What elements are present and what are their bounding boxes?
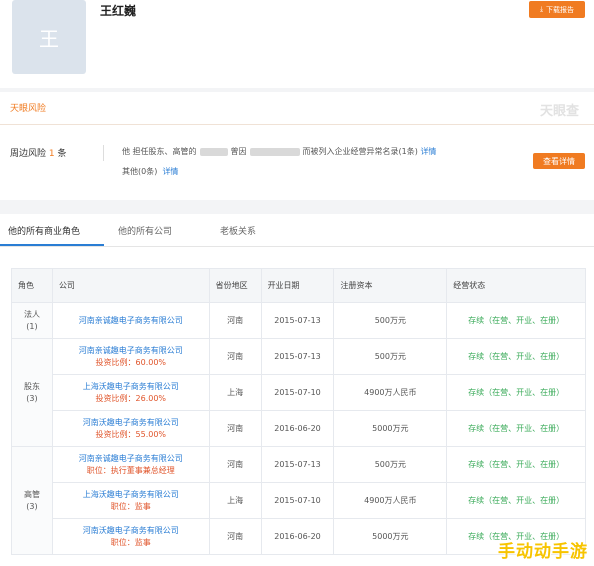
risk-line-abnormal: 他 担任股东、高管的 曾因 而被列入企业经营异常名录(1条) 详情 [122, 146, 437, 157]
download-report-button[interactable]: ⤓ 下载报告 [529, 1, 585, 18]
col-company: 公司 [51, 268, 210, 303]
capital-cell: 5000万元 [333, 518, 448, 555]
region-cell: 上海 [208, 482, 262, 519]
region-cell: 河南 [208, 446, 262, 483]
table-row: 高管 (3) 河南亲诚趣电子商务有限公司 职位：执行董事兼总经理 河南 2015-… [11, 446, 586, 555]
role-cell: 股东 (3) [11, 338, 53, 447]
company-cell: 河南沃趣电子商务有限公司 投资比例：55.00% [51, 410, 210, 447]
company-subline: 投资比例：60.00% [95, 357, 167, 367]
region-cell: 河南 [208, 518, 262, 555]
role-cell: 法人 (1) [11, 302, 53, 339]
region-cell: 河南 [208, 338, 262, 375]
other-detail-link[interactable]: 详情 [162, 167, 178, 176]
capital-cell: 500万元 [333, 302, 448, 339]
status-cell: 存续（在营、开业、在册） [446, 446, 586, 483]
active-tab-indicator [0, 244, 104, 246]
company-link[interactable]: 上海沃趣电子商务有限公司 [53, 381, 209, 393]
risk-section-tag: 天眼风险 [10, 104, 47, 114]
company-subline: 投资比例：26.00% [95, 393, 167, 403]
tianyancha-logo: 天眼查 [540, 104, 580, 119]
date-cell: 2016-06-20 [260, 518, 335, 555]
company-subline: 职位：监事 [110, 537, 151, 547]
company-cell: 河南沃趣电子商务有限公司 职位：监事 [51, 518, 210, 555]
company-link[interactable]: 河南亲诚趣电子商务有限公司 [53, 453, 209, 465]
table-row: 上海沃趣电子商务有限公司 投资比例：26.00% 上海 2015-07-10 4… [12, 374, 586, 411]
risk-divider [0, 124, 594, 125]
table-row: 上海沃趣电子商务有限公司 职位：监事 上海 2015-07-10 4900万人民… [12, 482, 586, 519]
tab-boss-relations[interactable]: 老板关系 [220, 224, 256, 237]
company-subline: 职位：执行董事兼总经理 [86, 465, 175, 475]
region-cell: 河南 [208, 410, 262, 447]
capital-cell: 4900万人民币 [333, 374, 448, 411]
risk-separator [103, 145, 104, 161]
company-subline: 投资比例：55.00% [95, 429, 167, 439]
risk-count-label: 周边风险 1 条 [10, 149, 67, 159]
role-cell: 高管 (3) [11, 446, 53, 555]
profile-header [0, 0, 594, 88]
date-cell: 2015-07-10 [260, 482, 335, 519]
region-cell: 河南 [208, 302, 262, 339]
capital-cell: 4900万人民币 [333, 482, 448, 519]
status-cell: 存续（在营、开业、在册） [446, 302, 586, 339]
company-link[interactable]: 河南沃趣电子商务有限公司 [53, 417, 209, 429]
person-name: 王红巍 [100, 4, 137, 18]
table-row: 法人 (1) 河南亲诚趣电子商务有限公司 河南 2015-07-13 500万元 … [11, 302, 586, 339]
site-watermark: 手动动手游 [498, 542, 588, 562]
company-cell: 上海沃趣电子商务有限公司 职位：监事 [51, 482, 210, 519]
company-link[interactable]: 河南亲诚趣电子商务有限公司 [53, 315, 209, 327]
capital-cell: 5000万元 [333, 410, 448, 447]
roles-table: 角色 公司 省份地区 开业日期 注册资本 经营状态 法人 (1) 河南亲诚趣电子商… [11, 268, 586, 555]
company-link[interactable]: 河南亲诚趣电子商务有限公司 [53, 345, 209, 357]
tab-all-companies[interactable]: 他的所有公司 [118, 224, 172, 237]
col-status: 经营状态 [446, 268, 586, 303]
capital-cell: 500万元 [333, 446, 448, 483]
company-link[interactable]: 上海沃趣电子商务有限公司 [53, 489, 209, 501]
status-cell: 存续（在营、开业、在册） [446, 482, 586, 519]
company-cell: 河南亲诚趣电子商务有限公司 [51, 302, 210, 339]
risk-line-other: 其他(0条) 详情 [122, 167, 179, 176]
table-row: 股东 (3) 河南亲诚趣电子商务有限公司 投资比例：60.00% 河南 2015-… [11, 338, 586, 447]
status-cell: 存续（在营、开业、在册） [446, 338, 586, 375]
table-row: 河南沃趣电子商务有限公司 投资比例：55.00% 河南 2016-06-20 5… [12, 410, 586, 447]
download-report-label: 下载报告 [546, 5, 575, 14]
company-cell: 河南亲诚趣电子商务有限公司 投资比例：60.00% [51, 338, 210, 375]
abnormal-detail-link[interactable]: 详情 [420, 146, 436, 157]
status-cell: 存续（在营、开业、在册） [446, 374, 586, 411]
company-cell: 河南亲诚趣电子商务有限公司 职位：执行董事兼总经理 [51, 446, 210, 483]
date-cell: 2016-06-20 [260, 410, 335, 447]
view-details-button[interactable]: 查看详情 [533, 153, 585, 169]
redacted-text [249, 147, 300, 156]
tabs-bar [0, 214, 594, 247]
redacted-text [199, 147, 228, 156]
date-cell: 2015-07-13 [260, 446, 335, 483]
company-subline: 职位：监事 [110, 501, 151, 511]
tab-business-roles[interactable]: 他的所有商业角色 [8, 224, 80, 237]
date-cell: 2015-07-10 [260, 374, 335, 411]
col-role: 角色 [11, 268, 53, 303]
col-capital: 注册资本 [333, 268, 448, 303]
region-cell: 上海 [208, 374, 262, 411]
avatar: 王 [12, 0, 86, 74]
company-cell: 上海沃趣电子商务有限公司 投资比例：26.00% [51, 374, 210, 411]
date-cell: 2015-07-13 [260, 338, 335, 375]
capital-cell: 500万元 [333, 338, 448, 375]
col-date: 开业日期 [260, 268, 335, 303]
company-link[interactable]: 河南沃趣电子商务有限公司 [53, 525, 209, 537]
status-cell: 存续（在营、开业、在册） [446, 410, 586, 447]
download-icon: ⤓ [539, 5, 544, 13]
col-region: 省份地区 [208, 268, 262, 303]
date-cell: 2015-07-13 [260, 302, 335, 339]
risk-count: 1 [48, 149, 55, 159]
